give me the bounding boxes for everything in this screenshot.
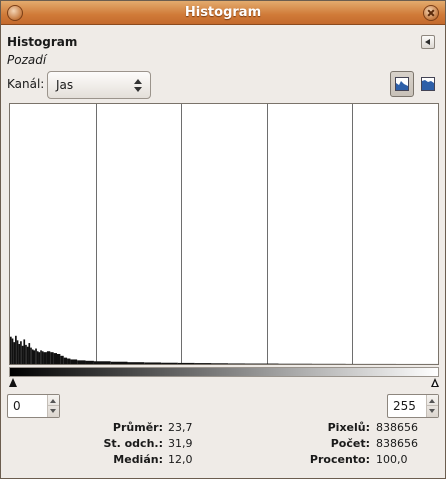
- pixels-value: 838656: [376, 421, 418, 434]
- stddev-value: 31,9: [168, 437, 193, 450]
- log-histogram-button[interactable]: [416, 71, 440, 97]
- count-label: Počet:: [330, 437, 370, 450]
- stddev-label: St. odch.:: [103, 437, 163, 450]
- range-min-spinner[interactable]: 0: [7, 394, 60, 418]
- histogram-graph[interactable]: [9, 103, 439, 365]
- histogram-bar: [21, 345, 24, 364]
- histogram-bar: [228, 363, 245, 364]
- histogram-bar: [40, 350, 42, 364]
- dialog-title: Histogram: [7, 35, 78, 49]
- histogram-bar: [35, 348, 37, 364]
- channel-select[interactable]: Jas: [47, 71, 151, 99]
- window-title: Histogram: [184, 5, 262, 20]
- range-min-value: 0: [13, 399, 21, 413]
- pixels-label: Pixelů:: [327, 421, 370, 434]
- log-histogram-icon: [421, 77, 435, 91]
- histogram-bar: [41, 351, 44, 364]
- histogram-bar: [56, 353, 61, 364]
- count-value: 838656: [376, 437, 418, 450]
- histogram-bar: [93, 361, 111, 364]
- range-start-handle[interactable]: [9, 378, 17, 387]
- histogram-bar: [211, 363, 229, 364]
- histogram-bar: [26, 346, 29, 364]
- range-max-value: 255: [393, 399, 416, 413]
- layer-name: Pozadí: [7, 53, 47, 67]
- spin-buttons[interactable]: [426, 395, 438, 417]
- histogram-bar: [144, 362, 162, 364]
- percent-value: 100,0: [376, 453, 408, 466]
- histogram-bar: [33, 350, 36, 364]
- histogram-bar: [13, 342, 16, 364]
- range-max-spinner[interactable]: 255: [387, 394, 439, 418]
- median-value: 12,0: [168, 453, 193, 466]
- histogram-bar: [20, 341, 22, 364]
- channel-label: Kanál:: [7, 77, 45, 91]
- histogram-bar: [38, 352, 41, 364]
- histogram-bar: [67, 358, 71, 364]
- histogram-bar: [85, 360, 94, 364]
- histogram-bar: [161, 362, 178, 364]
- linear-histogram-icon: [395, 77, 409, 91]
- linear-histogram-button[interactable]: [390, 71, 414, 97]
- histogram-bar: [16, 340, 19, 364]
- spin-buttons[interactable]: [47, 395, 59, 417]
- mean-label: Průměr:: [112, 421, 163, 434]
- histogram-bar: [18, 343, 21, 364]
- histogram-bar: [53, 353, 57, 364]
- histogram-bar: [77, 360, 86, 364]
- histogram-bar: [25, 344, 27, 364]
- title-bar[interactable]: Histogram: [1, 1, 445, 25]
- range-end-handle[interactable]: [431, 378, 439, 387]
- histogram-bar: [43, 352, 47, 364]
- histogram-bar: [23, 339, 26, 364]
- histogram-bar: [28, 343, 31, 364]
- histogram-bar: [11, 338, 14, 364]
- histogram-bar: [110, 361, 128, 364]
- histogram-window: Histogram Histogram Pozadí Kanál: Jas 0 …: [0, 0, 446, 479]
- histogram-bar: [70, 359, 78, 364]
- histogram-bar: [127, 362, 145, 364]
- histogram-bar: [46, 351, 51, 364]
- close-icon[interactable]: [423, 5, 439, 21]
- histogram-bar: [50, 352, 54, 364]
- mean-value: 23,7: [168, 421, 193, 434]
- value-gradient-bar: [9, 367, 439, 377]
- histogram-bar: [194, 363, 212, 364]
- median-label: Medián:: [113, 453, 163, 466]
- histogram-bar: [60, 355, 64, 364]
- channel-value: Jas: [56, 78, 74, 92]
- tab-menu-button[interactable]: [421, 35, 435, 49]
- histogram-bar: [10, 336, 12, 364]
- histogram-bar: [15, 335, 17, 364]
- histogram-bar: [30, 347, 32, 364]
- percent-label: Procento:: [309, 453, 370, 466]
- histogram-bar: [177, 362, 195, 364]
- histogram-bar: [63, 357, 68, 364]
- histogram-bar: [36, 351, 39, 364]
- histogram-bar: [31, 349, 34, 364]
- select-arrows-icon: [134, 77, 144, 93]
